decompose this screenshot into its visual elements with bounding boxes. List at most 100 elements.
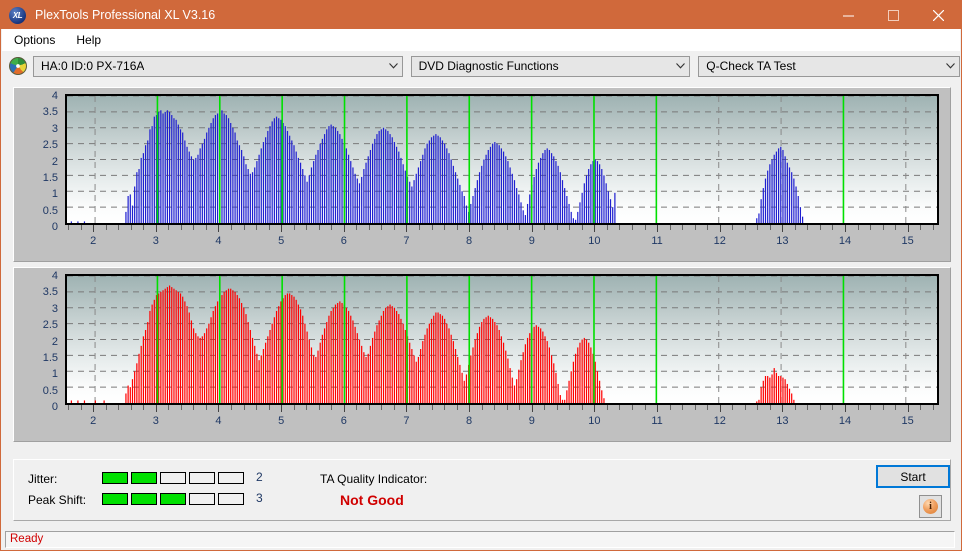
maximize-icon[interactable] [871, 1, 916, 29]
y-axis-tick-label: 1 [51, 368, 58, 381]
chart-bar [293, 145, 295, 223]
chart-bar [767, 170, 769, 223]
information-icon: i [923, 499, 938, 514]
x-axis-tick-label: 11 [651, 415, 663, 427]
chart-bar [570, 211, 572, 223]
chart-bar [267, 130, 269, 223]
chart-bar [347, 154, 350, 223]
y-axis-tick-label: 2 [51, 335, 58, 348]
chart-bar [334, 304, 337, 403]
x-axis-minor-tick [494, 405, 496, 410]
x-axis-tick-label: 4 [215, 235, 222, 247]
chart-bar [286, 130, 289, 223]
y-axis-tick-label: 0 [51, 221, 58, 233]
chart-bar [533, 176, 535, 223]
chart-bar [400, 318, 402, 403]
chart-bar [472, 196, 474, 223]
x-axis-minor-tick [870, 225, 872, 230]
x-axis-minor-tick [356, 405, 358, 410]
chart-bar [614, 192, 616, 223]
x-axis-minor-tick [581, 225, 583, 230]
x-axis-minor-tick [193, 225, 195, 230]
chart-bar [509, 167, 511, 223]
chart-bar [498, 145, 500, 223]
chart-bar [762, 380, 764, 403]
x-axis-tick-label: 9 [528, 235, 535, 247]
chart-bar [131, 379, 134, 403]
test-select[interactable]: Q-Check TA Test [698, 55, 960, 77]
x-axis-minor-tick [694, 225, 696, 230]
x-axis-minor-tick [143, 225, 145, 230]
chart-bar [206, 132, 208, 223]
device-select[interactable]: HA:0 ID:0 PX-716A [32, 55, 403, 77]
chart-bar [513, 180, 516, 223]
chart-bar [526, 203, 529, 223]
chart-bar [603, 398, 605, 403]
x-axis-minor-tick [243, 405, 245, 410]
x-axis-minor-tick [118, 225, 120, 230]
chart-bar [190, 156, 193, 223]
chart-bar [577, 211, 579, 223]
menu-item-options[interactable]: Options [5, 31, 64, 49]
minimize-icon[interactable] [826, 1, 871, 29]
chart-bar [391, 306, 393, 403]
chart-bar [526, 337, 529, 403]
chart-bar [245, 164, 247, 223]
chart-bar [144, 145, 147, 223]
device-select-value: HA:0 ID:0 PX-716A [40, 59, 145, 73]
function-select[interactable]: DVD Diagnostic Functions [410, 55, 691, 77]
chart-bar [411, 349, 413, 403]
chart-bar [223, 291, 225, 403]
x-axis-tick [845, 225, 847, 232]
chart-bar [395, 310, 398, 403]
chart-bar [332, 126, 334, 223]
x-axis-minor-tick [744, 405, 746, 410]
chart-bar [487, 315, 489, 403]
close-icon[interactable] [916, 1, 961, 29]
chart-bar [94, 400, 96, 403]
x-axis-minor-tick [932, 225, 934, 230]
chart-bar [317, 149, 319, 223]
chart-bar [529, 333, 531, 403]
chart-bar [308, 339, 310, 403]
chart-bar [365, 356, 367, 403]
x-axis-tick-label: 8 [466, 235, 473, 247]
chart-bar [511, 377, 513, 403]
chart-bar [786, 383, 788, 403]
chart-bar [217, 301, 219, 403]
chart-bar [544, 336, 546, 403]
chart-bar [289, 293, 291, 403]
chart-bar [138, 353, 140, 403]
chart-bar [138, 169, 140, 223]
start-button[interactable]: Start [876, 465, 950, 488]
peak-shift-segment [218, 493, 244, 505]
chart-bar [232, 127, 234, 223]
x-axis-tick-label: 6 [340, 415, 347, 427]
x-axis-minor-tick [794, 405, 796, 410]
chart-bar [465, 374, 468, 403]
x-axis-minor-tick [418, 405, 420, 410]
chart-bar [773, 368, 775, 403]
information-button[interactable]: i [919, 495, 942, 518]
window-title: PlexTools Professional XL V3.16 [35, 8, 216, 22]
chart-bar [777, 376, 780, 403]
chart-bar [306, 331, 308, 403]
chart-bar [786, 162, 788, 223]
chart-bar [404, 329, 406, 403]
chart-bar [361, 176, 363, 223]
y-axis-tick-label: 4 [51, 270, 58, 282]
x-axis-minor-tick [80, 225, 82, 230]
chart-bar [601, 169, 603, 223]
chart-bar [433, 135, 435, 223]
chart-bar [330, 310, 332, 403]
chart-bar [378, 130, 380, 223]
x-axis-minor-tick [920, 405, 922, 410]
plextools-logo-icon: XL [9, 6, 26, 24]
chart-bar [188, 151, 190, 223]
chart-bar [782, 377, 784, 403]
x-axis-minor-tick [268, 405, 270, 410]
x-axis-tick [907, 225, 909, 232]
chart-bar [590, 347, 592, 403]
x-axis-minor-tick [744, 225, 746, 230]
menu-item-help[interactable]: Help [67, 31, 110, 49]
